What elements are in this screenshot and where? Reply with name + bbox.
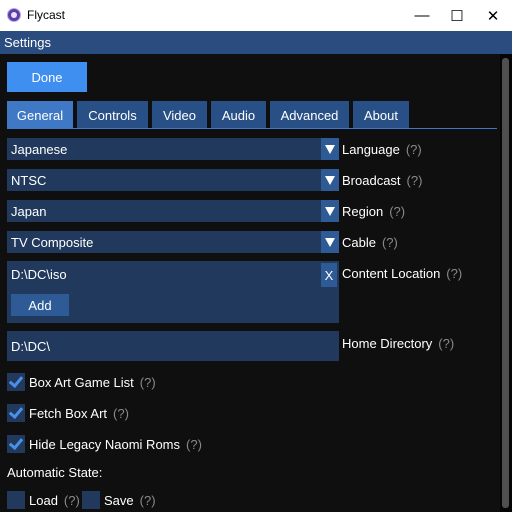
minimize-button[interactable]: — bbox=[404, 0, 440, 31]
remove-path-button[interactable]: X bbox=[321, 263, 337, 287]
cable-label-row: Cable (?) bbox=[342, 235, 398, 250]
box-art-game-list-checkbox[interactable] bbox=[7, 373, 25, 391]
flycast-logo-icon bbox=[7, 8, 21, 22]
home-directory-field[interactable]: D:\DC\ bbox=[7, 331, 339, 361]
region-label-row: Region (?) bbox=[342, 204, 405, 219]
title-bar: Flycast — ☐ ✕ bbox=[0, 0, 512, 31]
box-art-game-list-label: Box Art Game List bbox=[29, 374, 134, 390]
automatic-state-title: Automatic State: bbox=[7, 465, 103, 480]
help-icon[interactable]: (?) bbox=[140, 375, 156, 390]
scrollbar-thumb[interactable] bbox=[502, 58, 509, 508]
help-icon[interactable]: (?) bbox=[140, 493, 156, 508]
tab-divider bbox=[7, 128, 497, 129]
dropdown-arrow-icon[interactable] bbox=[321, 231, 339, 253]
cable-select[interactable]: TV Composite bbox=[7, 231, 339, 253]
tab-general[interactable]: General bbox=[7, 101, 73, 129]
language-select[interactable]: Japanese bbox=[7, 138, 339, 160]
fetch-box-art-checkbox[interactable] bbox=[7, 404, 25, 422]
tab-about[interactable]: About bbox=[353, 101, 409, 129]
content-location-list: D:\DC\iso X Add bbox=[7, 261, 339, 323]
dropdown-arrow-icon[interactable] bbox=[321, 138, 339, 160]
maximize-button[interactable]: ☐ bbox=[439, 0, 475, 31]
content-location-label-row: Content Location (?) bbox=[342, 266, 462, 281]
close-button[interactable]: ✕ bbox=[475, 0, 511, 31]
tab-advanced[interactable]: Advanced bbox=[270, 101, 349, 129]
home-directory-label: Home Directory bbox=[342, 336, 433, 351]
region-select[interactable]: Japan bbox=[7, 200, 339, 222]
load-state-label: Load bbox=[29, 492, 58, 508]
help-icon[interactable]: (?) bbox=[406, 142, 422, 157]
cable-value: TV Composite bbox=[11, 235, 94, 250]
fetch-box-art-label: Fetch Box Art bbox=[29, 405, 108, 421]
content-location-path: D:\DC\iso bbox=[11, 267, 67, 282]
window-title: Flycast bbox=[27, 8, 66, 22]
broadcast-value: NTSC bbox=[11, 173, 47, 188]
save-state-checkbox[interactable] bbox=[82, 491, 100, 509]
help-icon[interactable]: (?) bbox=[389, 204, 405, 219]
language-label-row: Language (?) bbox=[342, 142, 422, 157]
hide-legacy-naomi-roms-checkbox[interactable] bbox=[7, 435, 25, 453]
box-art-game-list-row[interactable]: Box Art Game List (?) bbox=[7, 371, 156, 393]
add-content-location-button[interactable]: Add bbox=[11, 294, 69, 316]
help-icon[interactable]: (?) bbox=[64, 493, 80, 508]
home-directory-label-row: Home Directory (?) bbox=[342, 336, 454, 351]
save-state-label: Save bbox=[104, 492, 134, 508]
region-value: Japan bbox=[11, 204, 47, 219]
home-directory-value: D:\DC\ bbox=[11, 339, 50, 354]
settings-header: Settings bbox=[0, 31, 512, 54]
content-location-label: Content Location bbox=[342, 266, 441, 281]
cable-label: Cable bbox=[342, 235, 376, 250]
load-state-checkbox[interactable] bbox=[7, 491, 25, 509]
help-icon[interactable]: (?) bbox=[446, 266, 462, 281]
hide-legacy-naomi-roms-label: Hide Legacy Naomi Roms bbox=[29, 436, 181, 452]
help-icon[interactable]: (?) bbox=[113, 406, 129, 421]
language-value: Japanese bbox=[11, 142, 68, 157]
region-label: Region bbox=[342, 204, 384, 219]
dropdown-arrow-icon[interactable] bbox=[321, 169, 339, 191]
load-state-row[interactable]: Load (?) bbox=[7, 489, 80, 511]
settings-content: Done General Controls Video Audio Advanc… bbox=[0, 54, 500, 512]
save-state-row[interactable]: Save (?) bbox=[82, 489, 156, 511]
help-icon[interactable]: (?) bbox=[186, 437, 202, 452]
vertical-scrollbar[interactable] bbox=[500, 54, 512, 512]
dropdown-arrow-icon[interactable] bbox=[321, 200, 339, 222]
settings-title: Settings bbox=[4, 35, 51, 50]
hide-legacy-naomi-roms-row[interactable]: Hide Legacy Naomi Roms (?) bbox=[7, 433, 202, 455]
tab-video[interactable]: Video bbox=[152, 101, 207, 129]
fetch-box-art-row[interactable]: Fetch Box Art (?) bbox=[7, 402, 129, 424]
broadcast-select[interactable]: NTSC bbox=[7, 169, 339, 191]
broadcast-label: Broadcast bbox=[342, 173, 401, 188]
help-icon[interactable]: (?) bbox=[407, 173, 423, 188]
done-button[interactable]: Done bbox=[7, 62, 87, 92]
broadcast-label-row: Broadcast (?) bbox=[342, 173, 422, 188]
tab-audio[interactable]: Audio bbox=[211, 101, 266, 129]
tab-controls[interactable]: Controls bbox=[77, 101, 148, 129]
help-icon[interactable]: (?) bbox=[438, 336, 454, 351]
language-label: Language bbox=[342, 142, 400, 157]
help-icon[interactable]: (?) bbox=[382, 235, 398, 250]
